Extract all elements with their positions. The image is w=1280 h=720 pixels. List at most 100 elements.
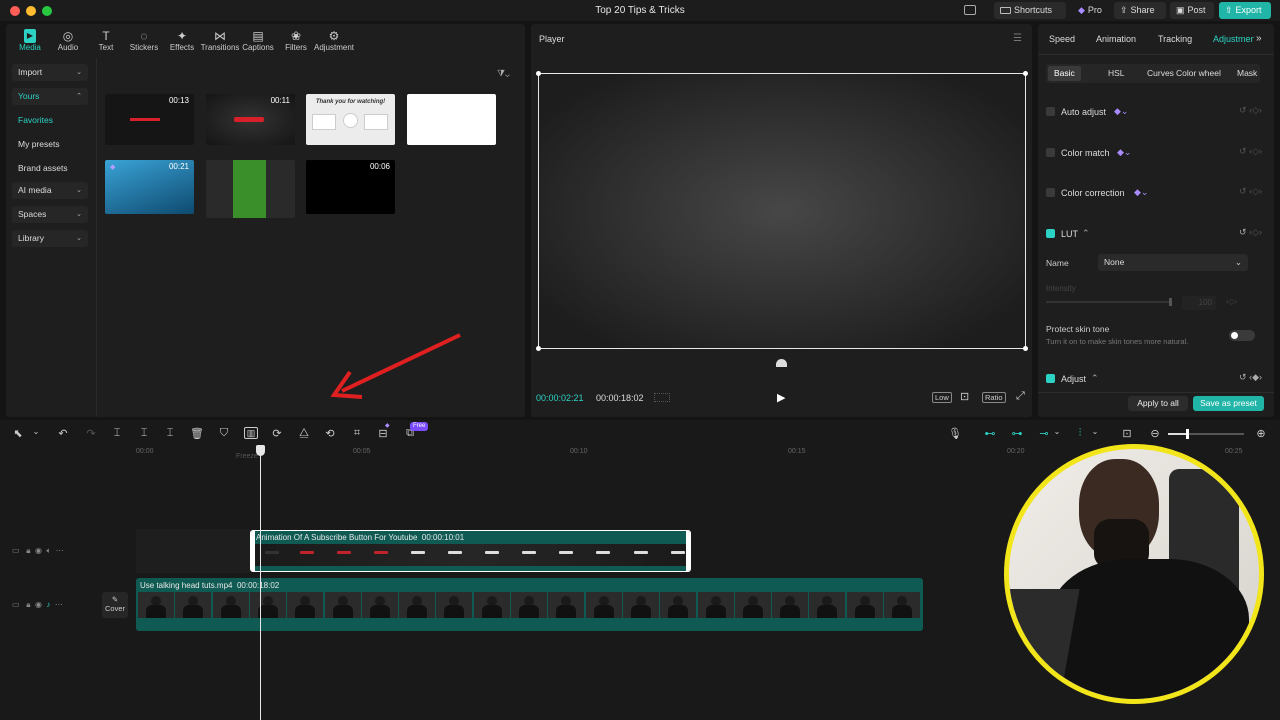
sidebar-yours[interactable]: Yours ⌃: [12, 88, 88, 105]
cover-button[interactable]: ✎ Cover: [102, 592, 128, 618]
keyframe-icon[interactable]: ↺ ‹◇›: [1239, 146, 1262, 157]
sidebar-my-presets[interactable]: My presets: [18, 139, 60, 149]
linkage-icon[interactable]: ⊸: [1037, 427, 1051, 440]
quality-button[interactable]: Low: [932, 392, 952, 403]
shortcuts-button[interactable]: Shortcuts: [994, 2, 1066, 19]
split-right-icon[interactable]: ⌶: [163, 427, 177, 440]
split-icon[interactable]: ⌶: [110, 427, 124, 440]
media-thumb[interactable]: 00:13: [105, 94, 194, 145]
subtab-mask[interactable]: Mask: [1231, 66, 1263, 81]
chevron-down-icon[interactable]: ⌄: [1050, 427, 1064, 436]
subtab-hsl[interactable]: HSL: [1102, 66, 1131, 81]
sidebar-library[interactable]: Library ⌄: [12, 230, 88, 247]
zoom-out-icon[interactable]: ⊖: [1148, 427, 1162, 440]
freeze-icon[interactable]: ▥: [244, 427, 258, 439]
more-icon[interactable]: ⋯: [55, 600, 63, 609]
overlay-clip[interactable]: Animation Of A Subscribe Button For Yout…: [250, 530, 691, 572]
fullscreen-icon[interactable]: ⤢: [1016, 390, 1025, 403]
export-button[interactable]: ⇧ Export: [1219, 2, 1271, 19]
color-match-checkbox[interactable]: [1046, 148, 1055, 157]
mirror-icon[interactable]: ⧋: [297, 427, 311, 440]
protect-skin-toggle[interactable]: [1229, 330, 1255, 341]
tab-tracking[interactable]: Tracking: [1158, 34, 1192, 44]
filter-icon[interactable]: ⧩⌄: [497, 68, 510, 79]
marker-icon[interactable]: ⛉: [217, 427, 231, 440]
keyframe-icon[interactable]: ‹◇›: [1226, 297, 1237, 306]
captions-icon[interactable]: ⊡: [1120, 427, 1134, 440]
tab-animation[interactable]: Animation: [1096, 34, 1136, 44]
tool-adjustment[interactable]: ⚙ Adjustment: [312, 29, 356, 52]
auto-adjust-checkbox[interactable]: [1046, 107, 1055, 116]
eye-icon[interactable]: ◉: [35, 600, 42, 609]
crop-icon[interactable]: ⌗: [350, 427, 364, 440]
menu-icon[interactable]: ☰: [1013, 33, 1022, 44]
lock-icon[interactable]: 🔒︎: [26, 546, 30, 555]
adjust-checkbox[interactable]: [1046, 374, 1055, 383]
screenshot-icon[interactable]: ⊡: [960, 390, 969, 403]
post-button[interactable]: ▣ Post: [1170, 2, 1214, 19]
intensity-value[interactable]: 100: [1182, 296, 1216, 310]
chevron-down-icon[interactable]: ⌄: [29, 427, 43, 436]
select-tool-icon[interactable]: ⬉: [11, 427, 25, 440]
keyframe-icon[interactable]: ↺ ‹◇›: [1239, 105, 1262, 116]
trim-handle-left[interactable]: [251, 531, 255, 571]
save-as-preset-button[interactable]: Save as preset: [1193, 396, 1264, 411]
keyframe-icon[interactable]: ↺ ‹◆›: [1239, 372, 1262, 383]
sidebar-ai-media[interactable]: AI media ⌄: [12, 182, 88, 199]
subtab-curves[interactable]: Curves: [1141, 66, 1180, 81]
lut-name-select[interactable]: None ⌄: [1098, 254, 1248, 271]
main-track-magnet-icon[interactable]: ⊷: [983, 427, 997, 440]
subtab-color-wheel[interactable]: Color wheel: [1176, 66, 1228, 81]
share-button[interactable]: ⇪ Share: [1114, 2, 1166, 19]
media-thumb[interactable]: ◆ 00:21: [105, 160, 194, 214]
intensity-slider[interactable]: [1046, 298, 1172, 306]
audio-icon[interactable]: ♪: [46, 600, 50, 609]
sidebar-spaces[interactable]: Spaces ⌄: [12, 206, 88, 223]
sidebar-favorites[interactable]: Favorites: [18, 115, 53, 125]
eye-icon[interactable]: ◉: [35, 546, 42, 555]
ratio-button[interactable]: Ratio: [982, 392, 1006, 403]
media-thumb[interactable]: [407, 94, 496, 145]
auto-snap-icon[interactable]: ⊶: [1010, 427, 1024, 440]
zoom-in-icon[interactable]: ⊕: [1254, 427, 1268, 440]
apply-to-all-button[interactable]: Apply to all: [1128, 396, 1188, 411]
timecode-icon[interactable]: [654, 393, 670, 402]
video-preview[interactable]: [536, 71, 1028, 351]
rotate-handle-icon[interactable]: [776, 359, 787, 367]
media-thumb[interactable]: [206, 160, 295, 218]
microphone-icon[interactable]: 🎙: [948, 427, 962, 440]
tab-adjustment[interactable]: Adjustment: [1213, 34, 1254, 44]
playhead[interactable]: [260, 446, 261, 720]
zoom-slider[interactable]: [1168, 429, 1244, 439]
rotate-icon[interactable]: ⟲: [323, 427, 337, 440]
playhead-handle[interactable]: [256, 445, 265, 456]
redo-icon[interactable]: ↷: [84, 427, 98, 440]
split-left-icon[interactable]: ⌶: [137, 427, 151, 440]
chevron-down-icon[interactable]: ⌄: [1088, 427, 1102, 436]
media-thumb[interactable]: 00:06: [306, 160, 395, 214]
reverse-icon[interactable]: ⟳: [270, 427, 284, 440]
pro-button[interactable]: ◆ Pro: [1072, 2, 1110, 19]
keyframe-icon[interactable]: ↺ ‹◇›: [1239, 186, 1262, 197]
undo-icon[interactable]: ↶: [56, 427, 70, 440]
color-correction-checkbox[interactable]: [1046, 188, 1055, 197]
sidebar-brand-assets[interactable]: Brand assets: [18, 163, 68, 173]
delete-icon[interactable]: 🗑: [190, 427, 204, 440]
trim-handle-right[interactable]: [686, 531, 690, 571]
media-thumb[interactable]: Thank you for watching!: [306, 94, 395, 145]
preview-axis-icon[interactable]: ⫶: [1073, 427, 1087, 440]
audio-icon[interactable]: 🔈︎: [46, 546, 51, 555]
media-thumb[interactable]: 00:11: [206, 94, 295, 145]
green-screen-preview: [233, 160, 266, 218]
more-tabs-icon[interactable]: »: [1256, 33, 1262, 44]
more-icon[interactable]: ⋯: [56, 546, 64, 555]
layout-icon[interactable]: [964, 5, 976, 15]
subtab-basic[interactable]: Basic: [1048, 66, 1081, 81]
tab-speed[interactable]: Speed: [1049, 34, 1075, 44]
lut-checkbox[interactable]: [1046, 229, 1055, 238]
premium-icon: ◆⌄: [1114, 106, 1129, 116]
sidebar-import[interactable]: Import ⌄: [12, 64, 88, 81]
keyframe-icon[interactable]: ↺ ‹◇›: [1239, 227, 1262, 238]
lock-icon[interactable]: 🔒︎: [26, 600, 30, 609]
play-button[interactable]: ▶: [777, 391, 785, 404]
